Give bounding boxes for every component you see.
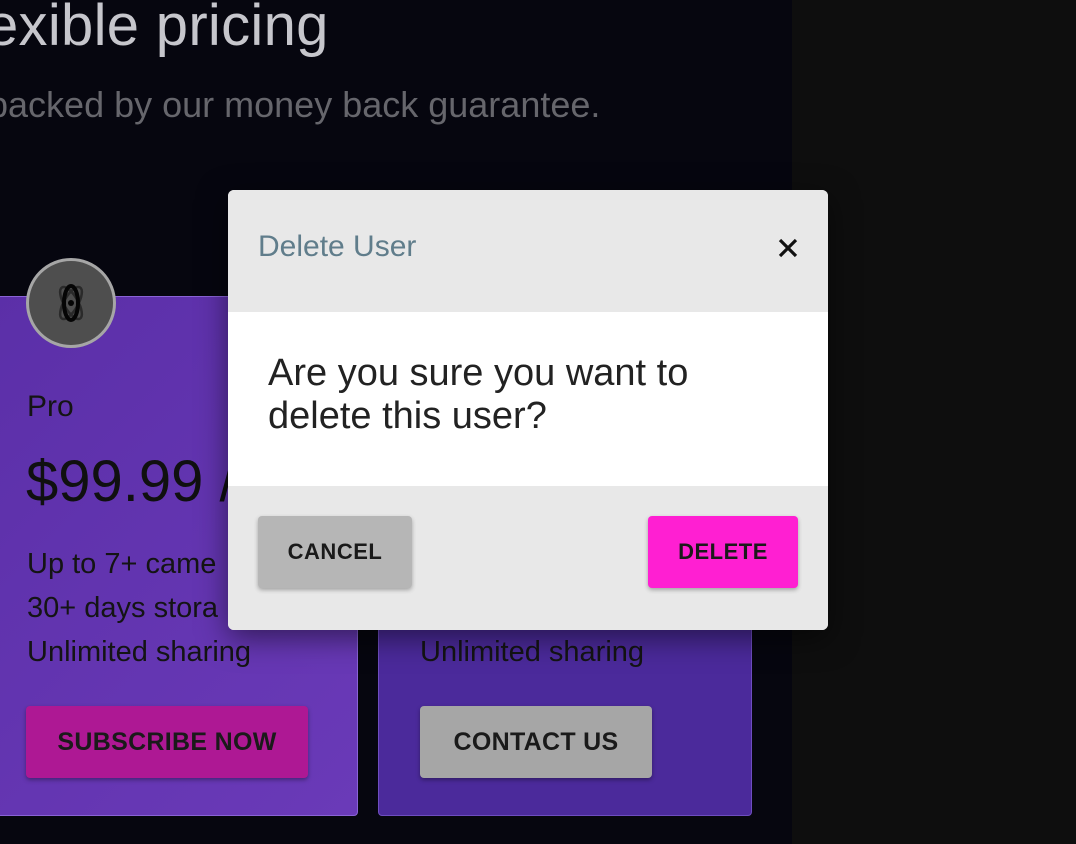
cancel-button[interactable]: CANCEL	[258, 516, 412, 588]
dialog-message: Are you sure you want to delete this use…	[268, 352, 689, 437]
dialog-header: Delete User	[228, 190, 828, 312]
dialog-title: Delete User	[258, 230, 417, 263]
delete-user-dialog: Delete User Are you sure you want to del…	[228, 190, 828, 630]
close-icon[interactable]	[770, 230, 806, 266]
dialog-footer: CANCEL DELETE	[228, 486, 828, 630]
dialog-body: Are you sure you want to delete this use…	[228, 312, 828, 486]
modal-overlay: Delete User Are you sure you want to del…	[0, 0, 1076, 844]
delete-button[interactable]: DELETE	[648, 516, 798, 588]
